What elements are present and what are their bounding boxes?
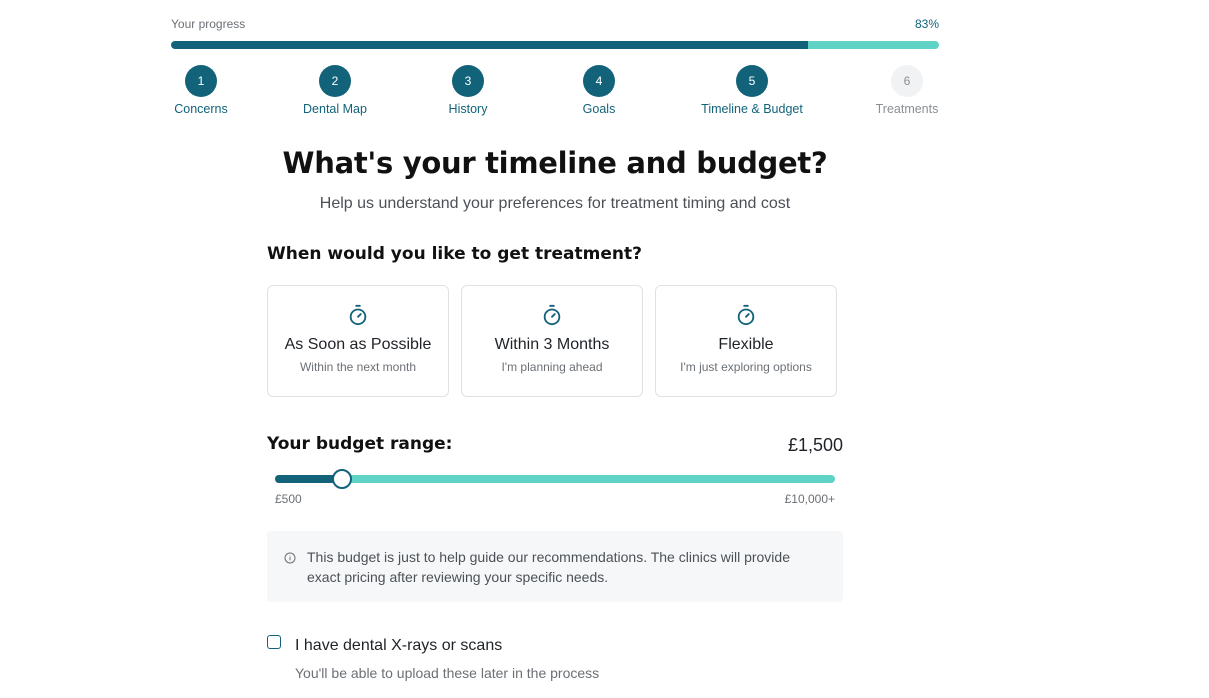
budget-max-label: £10,000+ xyxy=(784,492,835,506)
info-icon xyxy=(284,552,296,564)
page-subtitle: Help us understand your preferences for … xyxy=(319,195,791,212)
option-title: Flexible xyxy=(718,336,774,353)
budget-slider-thumb[interactable] xyxy=(332,469,353,489)
step-number: 5 xyxy=(736,65,768,97)
option-subtitle: Within the next month xyxy=(299,360,417,374)
progress-label: Your progress xyxy=(171,17,246,31)
notice-text: This budget is just to help guide our re… xyxy=(307,549,790,585)
option-title: Within 3 Months xyxy=(494,336,610,353)
step-number: 4 xyxy=(583,65,615,97)
progress-section: Your progress 83% xyxy=(171,16,939,49)
step-concerns[interactable]: 1 Concerns xyxy=(131,65,271,116)
step-history[interactable]: 3 History xyxy=(398,65,538,116)
step-number: 1 xyxy=(185,65,217,97)
step-label: Goals xyxy=(582,102,616,116)
timeline-options: As Soon as Possible Within the next mont… xyxy=(267,285,837,397)
timeline-option-asap[interactable]: As Soon as Possible Within the next mont… xyxy=(267,285,449,397)
budget-slider[interactable] xyxy=(275,469,835,489)
step-label: Treatments xyxy=(875,102,939,116)
stopwatch-icon xyxy=(349,304,367,326)
step-indicator: 1 Concerns 2 Dental Map 3 History 4 Goal… xyxy=(0,65,1209,117)
stopwatch-icon xyxy=(543,304,561,326)
xray-checkbox[interactable] xyxy=(267,635,281,649)
option-subtitle: I'm planning ahead xyxy=(501,360,603,374)
step-label: Timeline & Budget xyxy=(701,102,803,116)
option-subtitle: I'm just exploring options xyxy=(680,360,812,374)
step-number: 6 xyxy=(891,65,923,97)
page-title: What's your timeline and budget? xyxy=(282,146,828,180)
step-label: Dental Map xyxy=(303,102,367,116)
progress-percent: 83% xyxy=(914,17,939,31)
xray-checkbox-label[interactable]: I have dental X-rays or scans xyxy=(295,637,502,655)
timeline-option-flexible[interactable]: Flexible I'm just exploring options xyxy=(655,285,837,397)
option-title: As Soon as Possible xyxy=(284,336,432,353)
step-label: History xyxy=(448,102,488,116)
budget-label: Your budget range: xyxy=(267,434,453,454)
progress-header: Your progress 83% xyxy=(171,16,939,32)
budget-notice: This budget is just to help guide our re… xyxy=(267,531,843,602)
step-dental-map[interactable]: 2 Dental Map xyxy=(265,65,405,116)
step-number: 3 xyxy=(452,65,484,97)
stopwatch-icon xyxy=(737,304,755,326)
timeline-question: When would you like to get treatment? xyxy=(267,244,642,264)
timeline-option-3-months[interactable]: Within 3 Months I'm planning ahead xyxy=(461,285,643,397)
progress-bar-fill xyxy=(171,41,809,49)
xray-hint: You'll be able to upload these later in … xyxy=(295,665,600,681)
progress-bar xyxy=(171,41,939,49)
step-label: Concerns xyxy=(174,102,228,116)
step-treatments: 6 Treatments xyxy=(837,65,977,116)
budget-value: £1,500 xyxy=(787,435,843,455)
step-number: 2 xyxy=(319,65,351,97)
budget-min-label: £500 xyxy=(275,492,302,506)
step-goals[interactable]: 4 Goals xyxy=(529,65,669,116)
step-timeline-budget[interactable]: 5 Timeline & Budget xyxy=(682,65,822,116)
